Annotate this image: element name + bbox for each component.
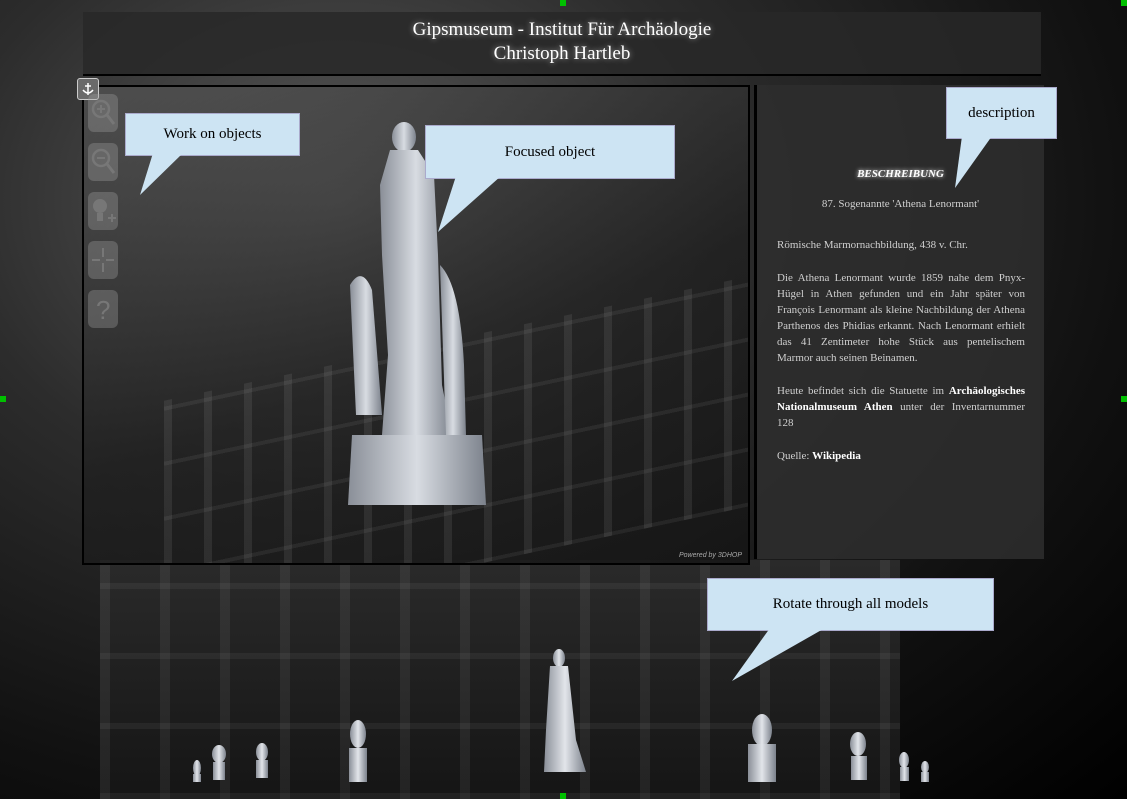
carousel-model[interactable]	[544, 649, 586, 772]
zoom-in-icon	[91, 99, 116, 125]
resize-handle[interactable]	[1121, 0, 1127, 6]
zoom-in-button[interactable]	[88, 94, 118, 132]
callout-tail	[438, 176, 501, 232]
description-subtitle: 87. Sogenannte 'Athena Lenormant'	[821, 198, 980, 210]
resize-handle[interactable]	[0, 396, 6, 402]
carousel-model[interactable]	[193, 760, 201, 782]
zoom-out-button[interactable]	[88, 143, 118, 181]
description-source: Quelle: Wikipedia	[777, 450, 861, 462]
carousel-model[interactable]	[850, 732, 867, 780]
wikipedia-link[interactable]: Wikipedia	[812, 450, 861, 462]
callout-rotate-models: Rotate through all models	[707, 578, 994, 631]
callout-tail	[140, 153, 183, 195]
help-icon: ?	[96, 295, 110, 324]
carousel-model[interactable]	[256, 743, 268, 778]
carousel-model[interactable]	[212, 745, 226, 780]
description-body: Römische Marmornachbildung, 438 v. Chr. …	[777, 237, 1025, 481]
model-carousel[interactable]	[0, 640, 1127, 799]
carousel-model[interactable]	[899, 752, 909, 781]
svg-text:?: ?	[96, 295, 110, 324]
viewer-toolbar: ?	[88, 94, 120, 339]
description-location: Heute befindet sich die Statuette im Arc…	[777, 385, 1026, 429]
resize-handle[interactable]	[560, 0, 566, 6]
callout-description: description	[946, 87, 1057, 139]
page-author: Christoph Hartleb	[493, 43, 631, 64]
resize-handle[interactable]	[1121, 396, 1127, 402]
page-header: Gipsmuseum - Institut Für Archäologie Ch…	[83, 12, 1041, 76]
page-title: Gipsmuseum - Institut Für Archäologie	[412, 19, 712, 40]
light-icon	[93, 199, 116, 222]
description-heading: BESCHREIBUNG	[857, 168, 944, 180]
callout-work-on-objects: Work on objects	[125, 113, 300, 156]
help-button[interactable]: ?	[88, 290, 118, 328]
light-button[interactable]	[88, 192, 118, 230]
zoom-out-icon	[91, 148, 116, 174]
carousel-model[interactable]	[748, 714, 776, 782]
description-panel: BESCHREIBUNG 87. Sogenannte 'Athena Leno…	[754, 85, 1044, 559]
callout-focused-object: Focused object	[425, 125, 675, 179]
carousel-model[interactable]	[921, 761, 929, 782]
center-button[interactable]	[88, 241, 118, 279]
description-date: Römische Marmornachbildung, 438 v. Chr.	[777, 239, 968, 251]
callout-tail	[955, 136, 992, 188]
center-icon	[92, 248, 114, 272]
powered-by-label: Powered by 3DHOP	[678, 552, 742, 559]
carousel-model[interactable]	[349, 720, 367, 782]
description-text: Die Athena Lenormant wurde 1859 nahe dem…	[777, 272, 1025, 364]
